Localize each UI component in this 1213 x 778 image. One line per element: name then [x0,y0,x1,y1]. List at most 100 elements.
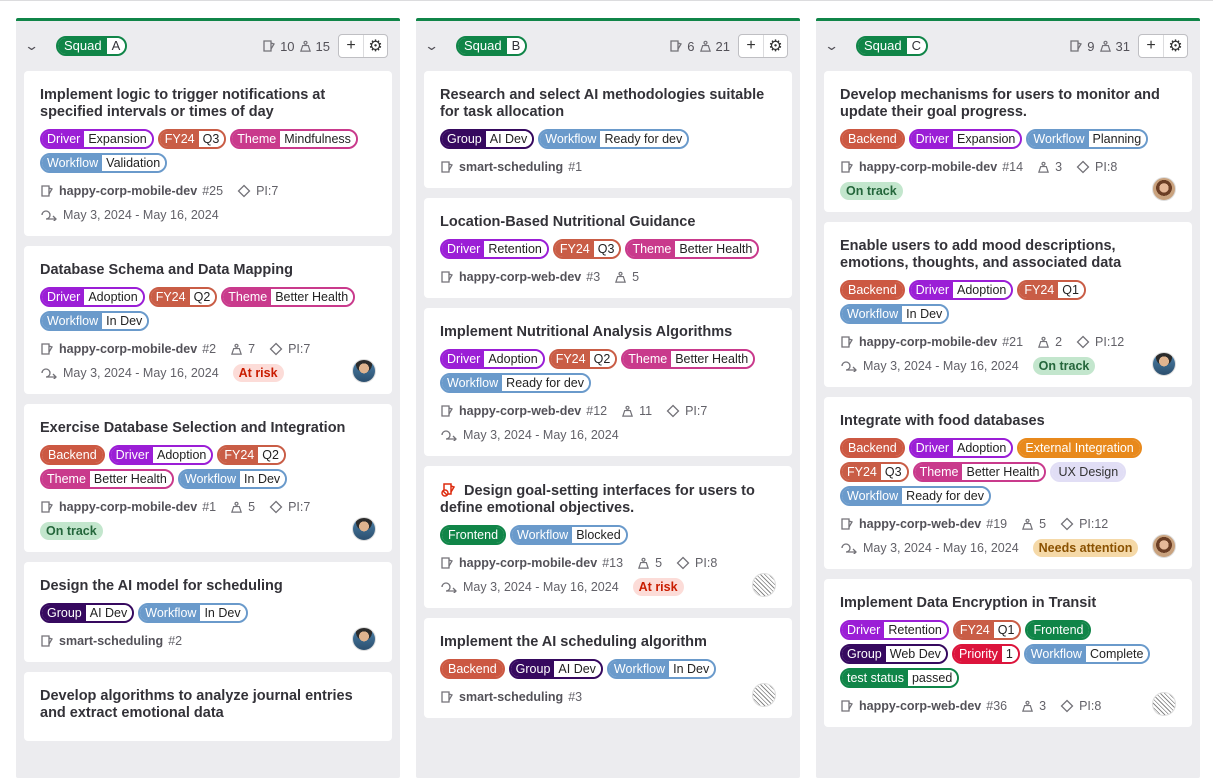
issue-card[interactable]: Implement logic to trigger notifications… [24,71,392,236]
issue-reference[interactable]: happy-corp-web-dev #36 [840,699,1007,713]
issue-card[interactable]: Develop mechanisms for users to monitor … [824,71,1192,212]
issue-reference[interactable]: smart-scheduling #1 [440,160,582,174]
label-driver[interactable]: Driver Adoption [40,287,145,307]
label-theme[interactable]: Theme Mindfulness [230,129,358,149]
label-theme[interactable]: Theme Better Health [621,349,756,369]
issue-reference[interactable]: happy-corp-mobile-dev #2 [40,342,216,356]
issue-reference[interactable]: happy-corp-mobile-dev #21 [840,335,1023,349]
iteration[interactable]: May 3, 2024 - May 16, 2024 [440,428,619,442]
issue-reference[interactable]: happy-corp-mobile-dev #14 [840,160,1023,174]
issue-card[interactable]: Integrate with food databases Backend Driv… [824,397,1192,569]
chevron-down-icon[interactable]: ⌄ [24,38,52,54]
issue-title[interactable]: Develop algorithms to analyze journal en… [40,688,376,722]
label-group[interactable]: Group AI Dev [40,603,135,623]
label-driver[interactable]: Driver Retention [840,620,949,640]
label-fy24[interactable]: FY24 Q3 [552,239,622,259]
issue-card[interactable]: Exercise Database Selection and Integrat… [24,404,392,552]
label-driver[interactable]: Driver Expansion [40,129,154,149]
avatar[interactable] [352,517,376,541]
label-workflow[interactable]: Workflow Ready for dev [440,373,591,393]
issue-title[interactable]: Implement Data Encryption in Transit [840,595,1176,612]
label-backend[interactable]: Backend [840,129,905,149]
label-workflow[interactable]: Workflow Complete [1023,644,1151,664]
label-workflow[interactable]: Workflow In Dev [138,603,248,623]
issue-reference[interactable]: happy-corp-web-dev #19 [840,517,1007,531]
chevron-down-icon[interactable]: ⌄ [824,38,852,54]
issue-card[interactable]: Design the AI model for scheduling Group A… [24,562,392,662]
iteration[interactable]: May 3, 2024 - May 16, 2024 [840,541,1019,555]
label-driver[interactable]: Driver Expansion [908,129,1023,149]
avatar[interactable] [752,573,776,597]
settings-button[interactable]: ⚙ [1163,35,1187,57]
label-workflow[interactable]: Workflow Planning [1026,129,1149,149]
avatar[interactable] [1152,352,1176,376]
label-fy24[interactable]: FY24 Q2 [148,287,218,307]
label-theme[interactable]: Theme Better Health [625,239,760,259]
settings-button[interactable]: ⚙ [363,35,387,57]
issue-reference[interactable]: smart-scheduling #2 [40,634,182,648]
label-backend[interactable]: Backend [440,659,505,679]
issue-title[interactable]: Database Schema and Data Mapping [40,262,376,279]
issue-title[interactable]: Exercise Database Selection and Integrat… [40,420,376,437]
iteration[interactable]: May 3, 2024 - May 16, 2024 [40,208,219,222]
label-driver[interactable]: Driver Retention [440,239,549,259]
issue-card[interactable]: Design goal-setting interfaces for users… [424,466,792,608]
chevron-down-icon[interactable]: ⌄ [424,38,452,54]
issue-title[interactable]: Implement the AI scheduling algorithm [440,634,776,651]
issue-title[interactable]: Implement logic to trigger notifications… [40,87,376,121]
label-driver[interactable]: Driver Adoption [440,349,545,369]
new-issue-button[interactable]: + [1139,35,1163,57]
label-fy24[interactable]: FY24 Q3 [840,462,909,482]
label-group[interactable]: Group Web Dev [840,644,948,664]
issue-title[interactable]: Research and select AI methodologies sui… [440,87,776,121]
label-theme[interactable]: Theme Better Health [221,287,356,307]
new-issue-button[interactable]: + [339,35,363,57]
iteration[interactable]: May 3, 2024 - May 16, 2024 [840,359,1019,373]
label-frontend[interactable]: Frontend [440,525,507,545]
label-group[interactable]: Group AI Dev [440,129,535,149]
label-workflow[interactable]: Workflow In Dev [177,469,288,489]
label-external-integration[interactable]: External Integration [1017,438,1142,458]
issue-card[interactable]: Implement Nutritional Analysis Algorithm… [424,308,792,456]
iteration[interactable]: May 3, 2024 - May 16, 2024 [40,366,219,380]
issue-card[interactable]: Implement the AI scheduling algorithm Bac… [424,618,792,718]
label-backend[interactable]: Backend [840,280,905,300]
issue-card[interactable]: Develop algorithms to analyze journal en… [24,672,392,741]
label-driver[interactable]: Driver Adoption [908,280,1014,300]
label-ux-design[interactable]: UX Design [1050,462,1127,482]
avatar[interactable] [752,683,776,707]
issue-card[interactable]: Database Schema and Data Mapping Driver Ad… [24,246,392,394]
label-driver[interactable]: Driver Adoption [108,445,214,465]
issue-title[interactable]: Implement Nutritional Analysis Algorithm… [440,324,776,341]
label-workflow[interactable]: Workflow In Dev [606,659,717,679]
label-group[interactable]: Group AI Dev [508,659,603,679]
issue-reference[interactable]: happy-corp-mobile-dev #1 [40,500,216,514]
issue-card[interactable]: Implement Data Encryption in Transit Driv… [824,579,1192,727]
label-fy24[interactable]: FY24 Q2 [217,445,286,465]
label-priority[interactable]: Priority 1 [951,644,1020,664]
label-fy24[interactable]: FY24 Q1 [952,620,1022,640]
label-frontend[interactable]: Frontend [1025,620,1092,640]
avatar[interactable] [1152,177,1176,201]
label-workflow[interactable]: Workflow Validation [40,153,168,173]
issue-card[interactable]: Location-Based Nutritional Guidance Drive… [424,198,792,298]
label-workflow[interactable]: Workflow Ready for dev [840,486,991,506]
issue-reference[interactable]: happy-corp-mobile-dev #25 [40,184,223,198]
label-fy24[interactable]: FY24 Q3 [157,129,227,149]
label-workflow[interactable]: Workflow Blocked [510,525,628,545]
label-fy24[interactable]: FY24 Q1 [1017,280,1086,300]
label-test-status[interactable]: test status passed [840,668,960,688]
issue-reference[interactable]: smart-scheduling #3 [440,690,582,704]
label-driver[interactable]: Driver Adoption [908,438,1014,458]
label-theme[interactable]: Theme Better Health [912,462,1047,482]
new-issue-button[interactable]: + [739,35,763,57]
issue-reference[interactable]: happy-corp-mobile-dev #13 [440,556,623,570]
label-backend[interactable]: Backend [40,445,105,465]
issue-reference[interactable]: happy-corp-web-dev #12 [440,404,607,418]
label-workflow[interactable]: Workflow Ready for dev [538,129,690,149]
label-theme[interactable]: Theme Better Health [40,469,174,489]
label-workflow[interactable]: Workflow In Dev [840,304,950,324]
issue-card[interactable]: Research and select AI methodologies sui… [424,71,792,188]
avatar[interactable] [352,359,376,383]
issue-title[interactable]: Integrate with food databases [840,413,1176,430]
